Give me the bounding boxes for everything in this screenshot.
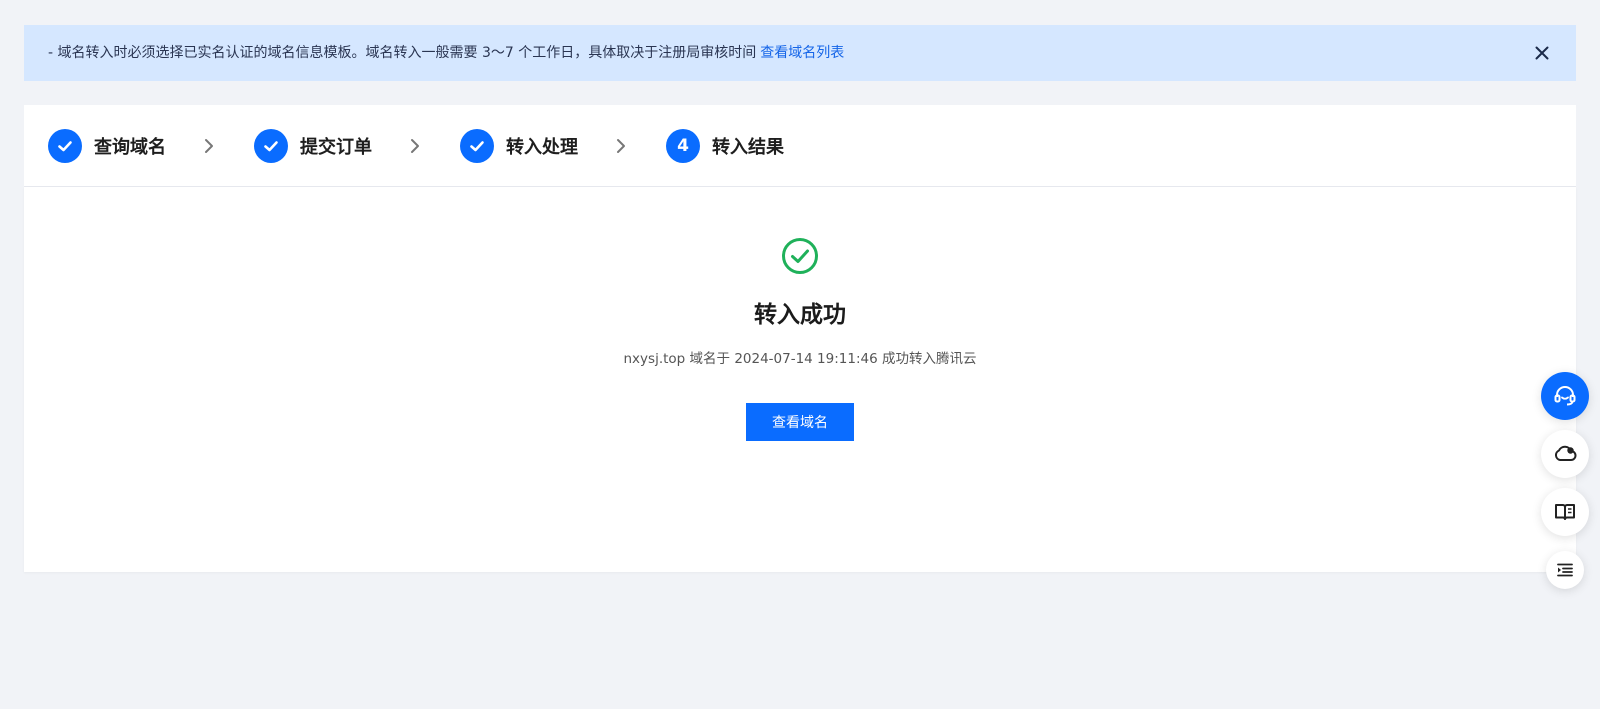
floating-toolbar	[1541, 372, 1589, 596]
view-domain-list-link[interactable]: 查看域名列表	[760, 45, 844, 61]
notice-text: - 域名转入时必须选择已实名认证的域名信息模板。域名转入一般需要 3～7 个工作…	[48, 45, 757, 61]
success-check-icon	[780, 236, 820, 276]
close-icon[interactable]	[1532, 43, 1552, 63]
chevron-right-icon	[408, 137, 422, 155]
cloud-chat-icon[interactable]	[1541, 430, 1589, 478]
notice-banner: - 域名转入时必须选择已实名认证的域名信息模板。域名转入一般需要 3～7 个工作…	[24, 25, 1576, 81]
step-label: 转入结果	[712, 137, 784, 158]
menu-collapse-icon[interactable]	[1546, 551, 1584, 589]
check-icon	[460, 129, 494, 163]
steps-card: 查询域名 提交订单 转入处理 4 转入结果	[24, 105, 1576, 187]
step-number: 4	[666, 129, 700, 163]
notice-text-wrap: - 域名转入时必须选择已实名认证的域名信息模板。域名转入一般需要 3～7 个工作…	[48, 25, 844, 81]
view-domain-button[interactable]: 查看域名	[746, 403, 854, 441]
book-icon[interactable]	[1541, 488, 1589, 536]
headset-icon[interactable]	[1541, 372, 1589, 420]
step-label: 查询域名	[94, 137, 166, 158]
chevron-right-icon	[202, 137, 216, 155]
result-description: nxysj.top 域名于 2024-07-14 19:11:46 成功转入腾讯…	[623, 351, 977, 367]
check-icon	[254, 129, 288, 163]
chevron-right-icon	[614, 137, 628, 155]
step-transfer-processing: 转入处理	[460, 128, 578, 164]
result-card: 转入成功 nxysj.top 域名于 2024-07-14 19:11:46 成…	[24, 187, 1576, 572]
step-label: 转入处理	[506, 137, 578, 158]
steps: 查询域名 提交订单 转入处理 4 转入结果	[48, 128, 784, 164]
step-submit-order: 提交订单	[254, 128, 372, 164]
step-query-domain: 查询域名	[48, 128, 166, 164]
check-icon	[48, 129, 82, 163]
step-label: 提交订单	[300, 137, 372, 158]
result-title: 转入成功	[754, 302, 846, 328]
step-transfer-result: 4 转入结果	[666, 128, 784, 164]
